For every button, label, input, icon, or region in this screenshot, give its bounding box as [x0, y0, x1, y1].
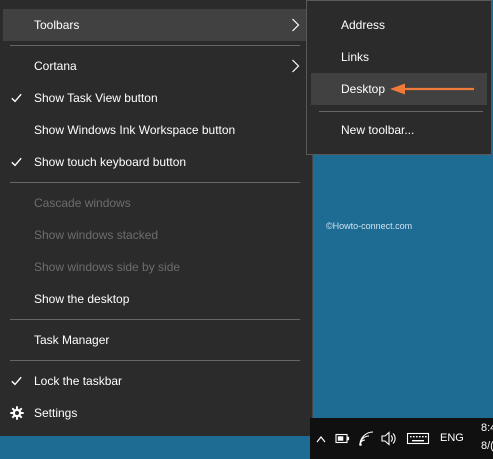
submenu-item-new-toolbar[interactable]: New toolbar...	[311, 114, 487, 146]
menu-item-label: Show touch keyboard button	[34, 155, 187, 169]
menu-separator	[10, 45, 300, 46]
menu-item-cascade-windows: Cascade windows	[3, 187, 308, 219]
menu-item-label: Cortana	[34, 59, 77, 73]
watermark-text: ©Howto-connect.com	[326, 221, 413, 231]
submenu-separator	[319, 111, 483, 112]
gear-icon	[10, 406, 24, 420]
menu-separator	[10, 182, 300, 183]
taskbar-context-menu: Toolbars Cortana Show Task View button S…	[0, 0, 313, 436]
network-tray-button[interactable]	[357, 418, 377, 459]
language-indicator[interactable]: ENG	[440, 432, 464, 444]
menu-item-toolbars[interactable]: Toolbars	[3, 9, 308, 41]
checkmark-icon	[11, 157, 22, 167]
menu-item-label: Lock the taskbar	[34, 374, 123, 388]
submenu-item-label: Address	[341, 18, 386, 32]
submenu-item-label: Desktop	[341, 82, 386, 96]
menu-item-lock-taskbar[interactable]: Lock the taskbar	[3, 365, 308, 397]
menu-item-show-touch-keyboard[interactable]: Show touch keyboard button	[3, 146, 308, 178]
menu-item-show-task-view[interactable]: Show Task View button	[3, 82, 308, 114]
menu-item-label: Toolbars	[34, 18, 80, 32]
menu-item-label: Show the desktop	[34, 292, 130, 306]
toolbars-submenu: Address Links Desktop New toolbar...	[306, 0, 492, 155]
taskbar: ENG 8:4 8/(	[310, 418, 493, 459]
checkmark-icon	[11, 93, 22, 103]
submenu-item-label: Links	[341, 50, 370, 64]
menu-item-cortana[interactable]: Cortana	[3, 50, 308, 82]
menu-item-task-manager[interactable]: Task Manager	[3, 324, 308, 356]
menu-item-label: Show Windows Ink Workspace button	[34, 123, 236, 137]
wifi-icon	[359, 431, 374, 446]
menu-separator	[10, 319, 300, 320]
menu-item-label: Show windows stacked	[34, 228, 159, 242]
menu-item-label: Cascade windows	[34, 196, 131, 210]
speaker-icon	[381, 431, 396, 446]
menu-item-label: Task Manager	[34, 333, 110, 347]
checkmark-icon	[11, 376, 22, 386]
chevron-up-icon	[316, 436, 326, 443]
touch-keyboard-tray-button[interactable]	[406, 418, 430, 459]
battery-tray-button[interactable]	[334, 418, 352, 459]
clock-time[interactable]: 8:4	[481, 422, 493, 434]
keyboard-icon	[406, 432, 430, 445]
menu-item-settings[interactable]: Settings	[3, 397, 308, 429]
menu-item-windows-side-by-side: Show windows side by side	[3, 251, 308, 283]
chevron-right-icon	[292, 18, 300, 32]
battery-icon	[335, 433, 350, 444]
screen: ©Howto-connect.com Toolbars Cortana Show…	[0, 0, 493, 459]
menu-item-show-desktop[interactable]: Show the desktop	[3, 283, 308, 315]
chevron-right-icon	[292, 59, 300, 73]
menu-item-label: Show windows side by side	[34, 260, 181, 274]
submenu-item-address[interactable]: Address	[311, 9, 487, 41]
submenu-item-links[interactable]: Links	[311, 41, 487, 73]
menu-item-label: Settings	[34, 406, 78, 420]
menu-item-windows-stacked: Show windows stacked	[3, 219, 308, 251]
menu-item-label: Show Task View button	[34, 91, 158, 105]
show-hidden-icons-button[interactable]	[314, 418, 328, 459]
menu-separator	[10, 360, 300, 361]
volume-tray-button[interactable]	[380, 418, 398, 459]
annotation-arrow-icon	[390, 83, 474, 95]
clock-date[interactable]: 8/(	[481, 440, 493, 452]
menu-item-show-ink-workspace[interactable]: Show Windows Ink Workspace button	[3, 114, 308, 146]
submenu-item-label: New toolbar...	[341, 123, 415, 137]
